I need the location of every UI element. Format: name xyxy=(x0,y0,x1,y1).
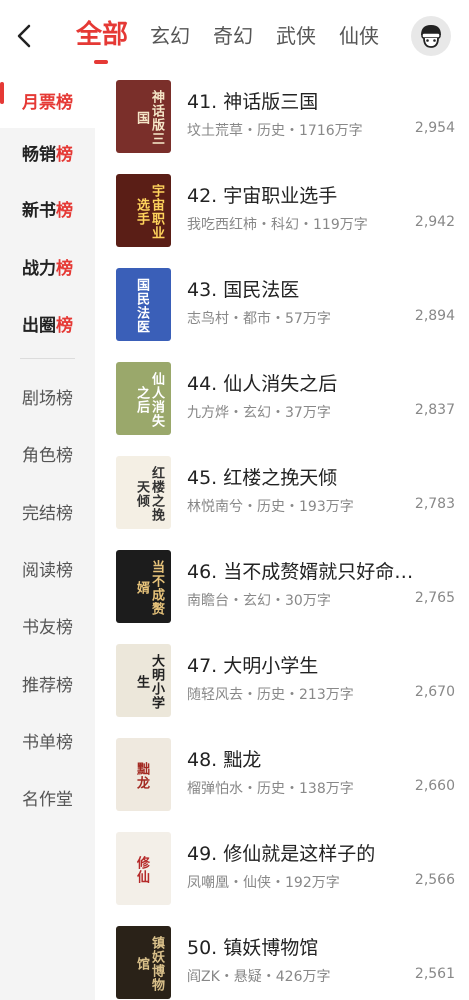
sidebar-item-monthly-ticket[interactable]: 月票榜 xyxy=(0,72,95,128)
book-title: 49. 修仙就是这样子的 xyxy=(187,843,376,865)
sidebar-item-breakout[interactable]: 出圈榜 xyxy=(0,295,95,351)
ticket-count: 2,561 xyxy=(414,966,455,982)
sidebar-item-bestseller[interactable]: 畅销榜 xyxy=(0,124,95,180)
cover-title: 仙人消失之后 xyxy=(134,372,164,428)
book-meta: 我吃西红柿・科幻・119万字 xyxy=(187,217,368,233)
sidebar-item-reading[interactable]: 阅读榜 xyxy=(0,540,95,596)
cover-title: 神话版三国 xyxy=(134,90,164,146)
cover-title: 黜龙 xyxy=(134,762,149,790)
book-cover[interactable]: 镇妖博物馆 xyxy=(116,926,171,999)
ticket-count: 2,954 xyxy=(414,120,455,136)
book-meta: 九方烨・玄幻・37万字 xyxy=(187,405,331,421)
ticket-count: 2,894 xyxy=(414,308,455,324)
sidebar-item-label: 新书榜 xyxy=(22,200,73,221)
cover-title: 当不成赘婿 xyxy=(134,560,164,616)
sidebar-label-accent: 榜 xyxy=(56,315,73,336)
book-title: 42. 宇宙职业选手 xyxy=(187,185,338,207)
book-meta: 凤嘲凰・仙侠・192万字 xyxy=(187,875,340,891)
list-item[interactable]: 大明小学生 47. 大明小学生 随轻风去・历史・213万字 2,670 xyxy=(95,636,469,730)
list-item[interactable]: 当不成赘婿 46. 当不成赘婿就只好命… 南瞻台・玄幻・30万字 2,765 xyxy=(95,542,469,636)
sidebar-label-accent: 榜 xyxy=(56,258,73,279)
book-title: 46. 当不成赘婿就只好命… xyxy=(187,561,414,583)
list-item[interactable]: 修仙 49. 修仙就是这样子的 凤嘲凰・仙侠・192万字 2,566 xyxy=(95,824,469,918)
ticket-count: 2,566 xyxy=(414,872,455,888)
sidebar-label-accent: 榜 xyxy=(56,200,73,221)
ticket-count: 2,660 xyxy=(414,778,455,794)
back-button[interactable] xyxy=(10,20,38,52)
cover-title: 国民法医 xyxy=(134,278,149,334)
book-meta: 随轻风去・历史・213万字 xyxy=(187,687,354,703)
list-item[interactable]: 国民法医 43. 国民法医 志鸟村・都市・57万字 2,894 xyxy=(95,260,469,354)
sidebar-item-character[interactable]: 角色榜 xyxy=(0,425,95,481)
tab-xuanhuan[interactable]: 玄幻 xyxy=(150,14,190,54)
ranking-sidebar: 月票榜 畅销榜 新书榜 战力榜 出圈榜 剧场榜 角色榜 完结榜 阅读榜 书友榜 … xyxy=(0,72,95,1000)
book-cover[interactable]: 大明小学生 xyxy=(116,644,171,717)
book-title: 48. 黜龙 xyxy=(187,749,262,771)
book-meta: 阎ZK・悬疑・426万字 xyxy=(187,969,331,985)
cover-title: 修仙 xyxy=(134,856,149,884)
tab-xianxia[interactable]: 仙侠 xyxy=(339,14,379,54)
top-bar: 全部 玄幻 奇幻 武侠 仙侠 xyxy=(0,0,469,72)
avatar[interactable] xyxy=(411,16,451,56)
cover-title: 宇宙职业选手 xyxy=(134,184,164,240)
book-meta: 南瞻台・玄幻・30万字 xyxy=(187,593,331,609)
cover-title: 红楼之挽天倾 xyxy=(134,466,164,522)
sidebar-item-recommend[interactable]: 推荐榜 xyxy=(0,655,95,711)
sidebar-item-booklist[interactable]: 书单榜 xyxy=(0,712,95,768)
list-item[interactable]: 黜龙 48. 黜龙 榴弹怕水・历史・138万字 2,660 xyxy=(95,730,469,824)
list-item[interactable]: 宇宙职业选手 42. 宇宙职业选手 我吃西红柿・科幻・119万字 2,942 xyxy=(95,166,469,260)
tab-all[interactable]: 全部 xyxy=(76,14,128,64)
list-item[interactable]: 仙人消失之后 44. 仙人消失之后 九方烨・玄幻・37万字 2,837 xyxy=(95,354,469,448)
book-cover[interactable]: 神话版三国 xyxy=(116,80,171,153)
tab-wuxia[interactable]: 武侠 xyxy=(276,14,316,54)
list-item[interactable]: 神话版三国 41. 神话版三国 坟土荒草・历史・1716万字 2,954 xyxy=(95,72,469,166)
category-tabs: 全部 玄幻 奇幻 武侠 仙侠 xyxy=(76,14,402,64)
book-cover[interactable]: 黜龙 xyxy=(116,738,171,811)
book-title: 45. 红楼之挽天倾 xyxy=(187,467,338,489)
sidebar-item-power[interactable]: 战力榜 xyxy=(0,238,95,294)
list-item[interactable]: 红楼之挽天倾 45. 红楼之挽天倾 林悦南兮・历史・193万字 2,783 xyxy=(95,448,469,542)
sidebar-label-accent: 榜 xyxy=(56,144,73,165)
chevron-left-icon xyxy=(17,24,31,48)
book-title: 41. 神话版三国 xyxy=(187,91,319,113)
sidebar-item-hall-of-fame[interactable]: 名作堂 xyxy=(0,769,95,825)
book-cover[interactable]: 国民法医 xyxy=(116,268,171,341)
user-avatar-icon xyxy=(421,25,441,48)
ticket-count: 2,670 xyxy=(414,684,455,700)
ticket-count: 2,837 xyxy=(414,402,455,418)
book-title: 43. 国民法医 xyxy=(187,279,300,301)
sidebar-item-label: 出圈榜 xyxy=(22,315,73,336)
book-meta: 榴弹怕水・历史・138万字 xyxy=(187,781,354,797)
sidebar-item-theater[interactable]: 剧场榜 xyxy=(0,368,95,424)
sidebar-item-new-books[interactable]: 新书榜 xyxy=(0,180,95,236)
sidebar-item-completed[interactable]: 完结榜 xyxy=(0,483,95,539)
sidebar-item-label: 战力榜 xyxy=(22,258,73,279)
book-title: 47. 大明小学生 xyxy=(187,655,319,677)
book-title: 44. 仙人消失之后 xyxy=(187,373,338,395)
book-cover[interactable]: 当不成赘婿 xyxy=(116,550,171,623)
ticket-count: 2,942 xyxy=(414,214,455,230)
book-cover[interactable]: 仙人消失之后 xyxy=(116,362,171,435)
tab-qihuan[interactable]: 奇幻 xyxy=(213,14,253,54)
list-item[interactable]: 镇妖博物馆 50. 镇妖博物馆 阎ZK・悬疑・426万字 2,561 xyxy=(95,918,469,1000)
book-meta: 坟土荒草・历史・1716万字 xyxy=(187,123,363,139)
sidebar-divider xyxy=(20,358,75,359)
sidebar-item-friends[interactable]: 书友榜 xyxy=(0,597,95,653)
book-cover[interactable]: 修仙 xyxy=(116,832,171,905)
book-cover[interactable]: 宇宙职业选手 xyxy=(116,174,171,247)
sidebar-item-label: 畅销榜 xyxy=(22,144,73,165)
ticket-count: 2,765 xyxy=(414,590,455,606)
book-meta: 志鸟村・都市・57万字 xyxy=(187,311,331,327)
cover-title: 大明小学生 xyxy=(134,654,164,710)
book-cover[interactable]: 红楼之挽天倾 xyxy=(116,456,171,529)
ticket-count: 2,783 xyxy=(414,496,455,512)
book-meta: 林悦南兮・历史・193万字 xyxy=(187,499,354,515)
book-title: 50. 镇妖博物馆 xyxy=(187,937,319,959)
cover-title: 镇妖博物馆 xyxy=(134,936,164,992)
